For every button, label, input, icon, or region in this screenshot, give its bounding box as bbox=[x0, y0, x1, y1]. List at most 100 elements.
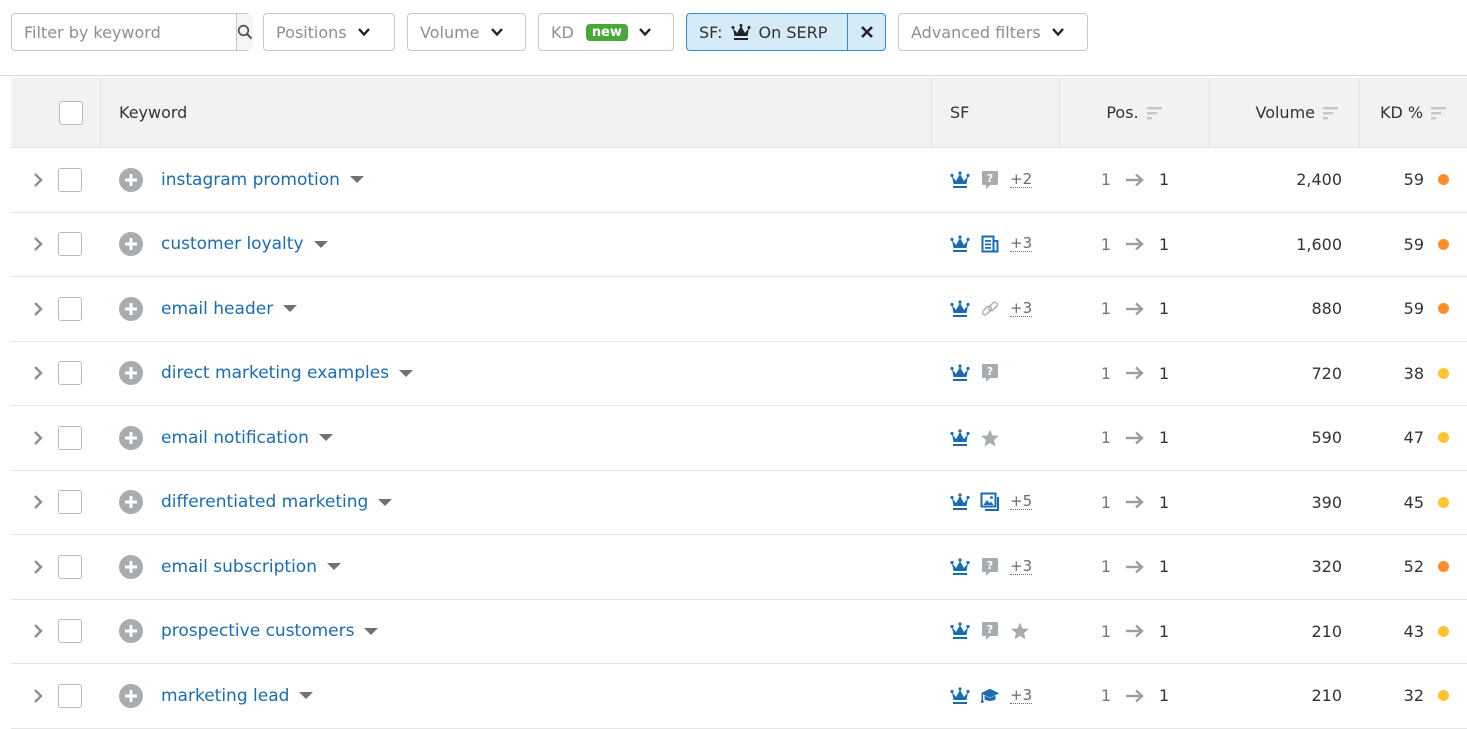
crown-icon[interactable] bbox=[950, 621, 970, 641]
add-to-list-button[interactable] bbox=[119, 554, 143, 579]
row-select-cell bbox=[11, 619, 101, 644]
keyword-menu-caret[interactable] bbox=[378, 498, 393, 506]
advanced-filters-button[interactable]: Advanced filters bbox=[898, 13, 1088, 51]
add-to-list-button[interactable] bbox=[119, 683, 143, 708]
kd-difficulty-dot bbox=[1438, 174, 1449, 186]
row-checkbox[interactable] bbox=[58, 167, 82, 192]
volume-value: 2,400 bbox=[1296, 170, 1342, 190]
kd-filter-button[interactable]: KD new bbox=[538, 13, 674, 51]
keyword-menu-caret[interactable] bbox=[349, 176, 364, 184]
sf-more-link[interactable]: +3 bbox=[1010, 300, 1033, 317]
keyword-menu-caret[interactable] bbox=[399, 369, 414, 377]
image-icon[interactable] bbox=[980, 492, 1000, 512]
crown-icon[interactable] bbox=[950, 170, 970, 190]
search-button[interactable] bbox=[236, 14, 253, 50]
crown-icon[interactable] bbox=[950, 299, 970, 319]
keyword-filter bbox=[11, 13, 253, 51]
chevron-right-icon[interactable] bbox=[31, 430, 45, 446]
keyword-menu-caret[interactable] bbox=[326, 563, 341, 571]
header-volume-label: Volume bbox=[1255, 103, 1315, 122]
news-icon[interactable] bbox=[980, 234, 1000, 254]
chevron-right-icon[interactable] bbox=[31, 688, 45, 704]
sf-filter-value: On SERP bbox=[758, 22, 828, 42]
row-select-cell bbox=[11, 361, 101, 386]
keyword-menu-caret[interactable] bbox=[318, 434, 333, 442]
graduation-cap-icon[interactable] bbox=[980, 686, 1000, 706]
row-checkbox[interactable] bbox=[58, 683, 82, 708]
row-checkbox[interactable] bbox=[58, 232, 82, 257]
keyword-link[interactable]: email subscription bbox=[161, 557, 317, 577]
chevron-right-icon[interactable] bbox=[31, 236, 45, 252]
row-checkbox[interactable] bbox=[58, 361, 82, 386]
row-checkbox[interactable] bbox=[58, 554, 82, 579]
keyword-link[interactable]: customer loyalty bbox=[161, 234, 304, 254]
arrow-right-icon bbox=[1126, 366, 1144, 380]
row-select-cell bbox=[11, 683, 101, 708]
crown-icon[interactable] bbox=[950, 234, 970, 254]
filter-keyword-input[interactable] bbox=[12, 14, 236, 50]
crown-icon[interactable] bbox=[950, 686, 970, 706]
keyword-link[interactable]: prospective customers bbox=[161, 621, 354, 641]
sf-more-link[interactable]: +5 bbox=[1010, 494, 1033, 511]
chevron-right-icon[interactable] bbox=[31, 559, 45, 575]
header-pos[interactable]: Pos. bbox=[1060, 78, 1210, 147]
keyword-menu-caret[interactable] bbox=[364, 627, 379, 635]
question-icon[interactable]: ? bbox=[980, 621, 1000, 641]
remove-sf-filter-button[interactable] bbox=[847, 14, 885, 50]
link-icon[interactable] bbox=[980, 299, 1000, 319]
add-to-list-button[interactable] bbox=[119, 619, 143, 644]
keyword-link[interactable]: marketing lead bbox=[161, 686, 289, 706]
sf-cell: +3 bbox=[932, 686, 1060, 706]
keyword-link[interactable]: email notification bbox=[161, 428, 309, 448]
chevron-right-icon[interactable] bbox=[31, 365, 45, 381]
table-row: direct marketing examples ? 1 1 720 38 bbox=[11, 342, 1467, 406]
add-to-list-button[interactable] bbox=[119, 296, 143, 321]
question-icon[interactable]: ? bbox=[980, 363, 1000, 383]
volume-filter-button[interactable]: Volume bbox=[407, 13, 526, 51]
question-icon[interactable]: ? bbox=[980, 557, 1000, 577]
add-to-list-button[interactable] bbox=[119, 232, 143, 257]
chevron-right-icon[interactable] bbox=[31, 172, 45, 188]
add-to-list-button[interactable] bbox=[119, 167, 143, 192]
sf-more-link[interactable]: +3 bbox=[1010, 687, 1033, 704]
header-pos-label: Pos. bbox=[1106, 103, 1139, 122]
crown-icon[interactable] bbox=[950, 557, 970, 577]
keyword-menu-caret[interactable] bbox=[313, 240, 328, 248]
add-to-list-button[interactable] bbox=[119, 361, 143, 386]
sf-more-link[interactable]: +3 bbox=[1010, 558, 1033, 575]
volume-value: 210 bbox=[1311, 621, 1342, 641]
chevron-right-icon[interactable] bbox=[31, 301, 45, 317]
row-checkbox[interactable] bbox=[58, 490, 82, 515]
add-to-list-button[interactable] bbox=[119, 425, 143, 450]
sf-more-link[interactable]: +3 bbox=[1010, 236, 1033, 253]
keyword-menu-caret[interactable] bbox=[299, 692, 314, 700]
chevron-right-icon[interactable] bbox=[31, 623, 45, 639]
keyword-link[interactable]: email header bbox=[161, 299, 273, 319]
row-checkbox[interactable] bbox=[58, 619, 82, 644]
crown-icon[interactable] bbox=[950, 492, 970, 512]
keyword-link[interactable]: instagram promotion bbox=[161, 170, 340, 190]
select-all-checkbox[interactable] bbox=[59, 100, 83, 125]
previous-position: 1 bbox=[1100, 363, 1111, 383]
keyword-menu-caret[interactable] bbox=[283, 305, 298, 313]
crown-icon bbox=[731, 24, 751, 40]
crown-icon[interactable] bbox=[950, 363, 970, 383]
positions-filter-button[interactable]: Positions bbox=[263, 13, 395, 51]
keyword-cell: differentiated marketing bbox=[101, 490, 932, 515]
header-kd[interactable]: KD % bbox=[1360, 78, 1467, 147]
question-icon[interactable]: ? bbox=[980, 170, 1000, 190]
star-icon[interactable] bbox=[1010, 621, 1030, 641]
header-volume[interactable]: Volume bbox=[1210, 78, 1360, 147]
keyword-link[interactable]: differentiated marketing bbox=[161, 492, 368, 512]
kd-difficulty-dot bbox=[1438, 561, 1449, 573]
row-checkbox[interactable] bbox=[58, 296, 82, 321]
sf-more-link[interactable]: +2 bbox=[1010, 171, 1033, 188]
add-to-list-button[interactable] bbox=[119, 490, 143, 515]
crown-icon[interactable] bbox=[950, 428, 970, 448]
header-keyword[interactable]: Keyword bbox=[101, 78, 932, 147]
row-checkbox[interactable] bbox=[58, 425, 82, 450]
star-icon[interactable] bbox=[980, 428, 1000, 448]
chevron-right-icon[interactable] bbox=[31, 494, 45, 510]
keyword-link[interactable]: direct marketing examples bbox=[161, 363, 389, 383]
sf-filter-button[interactable]: SF: On SERP bbox=[687, 23, 847, 42]
